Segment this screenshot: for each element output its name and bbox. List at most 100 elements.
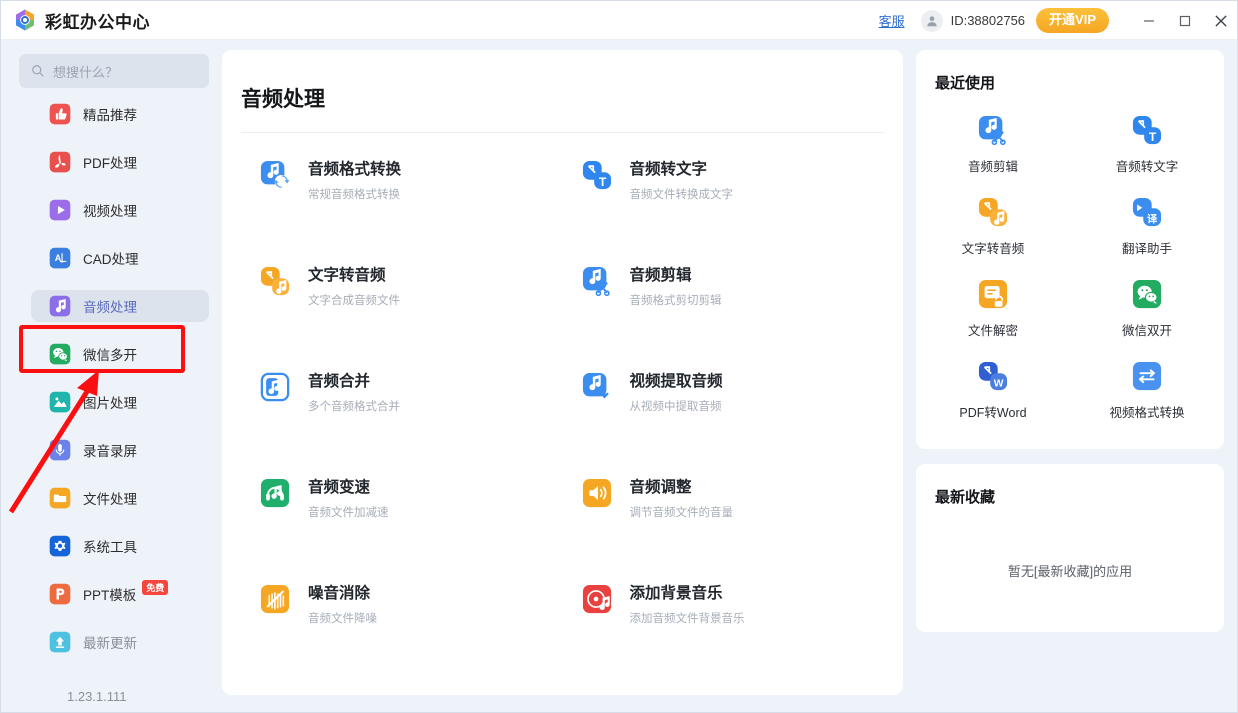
pdf-to-word-icon: W [978, 361, 1008, 391]
tool-card-8[interactable]: 音频调整 调节音频文件的音量 [582, 468, 904, 574]
tool-card-9[interactable]: 噪音消除 音频文件降噪 [260, 574, 582, 680]
recent-item-4[interactable]: 译翻译助手 [1070, 187, 1224, 269]
close-icon [1215, 14, 1227, 27]
sidebar-item-11[interactable]: PPT模板 免费 [31, 578, 209, 610]
volume-icon [582, 478, 611, 508]
audio-to-text-icon: T [582, 160, 611, 190]
rainbow-hexagon-logo-icon [16, 9, 34, 31]
svg-text:译: 译 [1147, 212, 1158, 225]
tool-card-3[interactable]: 文字转音频 文字合成音频文件 [260, 256, 582, 362]
sidebar-nav: 精品推荐 PDF处理视频处理 A CAD处理音频处理微信多开图片处理录音录屏文件处理系… [1, 98, 221, 658]
tool-card-10[interactable]: 添加背景音乐 添加音频文件背景音乐 [582, 574, 904, 680]
recent-item-2[interactable]: T 音频转文字 [1070, 105, 1224, 187]
minimize-icon [1144, 19, 1154, 22]
image-icon [49, 391, 71, 413]
maximize-button[interactable] [1167, 1, 1203, 40]
tool-card-6[interactable]: 视频提取音频从视频中提取音频 [582, 362, 904, 468]
recent-item-6[interactable]: 微信双开 [1070, 269, 1224, 351]
tool-name: 音频合并 [308, 373, 371, 390]
app-logo: 彩虹办公中心 [13, 8, 150, 33]
search-input[interactable]: 想搜什么？ [19, 54, 209, 88]
recent-item-3[interactable]: 文字转音频 [916, 187, 1070, 269]
recent-item-5[interactable]: 文件解密 [916, 269, 1070, 351]
audio-merge-icon [260, 372, 290, 402]
tool-description: 音频文件转换成文字 [629, 189, 734, 201]
sidebar-item-label: 文件处理 [83, 492, 137, 507]
ppt-icon [49, 583, 71, 605]
version-label: 1.23.1.111 [67, 689, 127, 704]
avatar-person-icon [926, 15, 937, 26]
tool-name: 音频变速 [308, 479, 371, 496]
noise-reduce-icon [260, 584, 290, 614]
sidebar-item-label: 视频处理 [83, 204, 137, 219]
open-vip-button[interactable]: 开通VIP [1036, 8, 1109, 33]
search-placeholder: 想搜什么？ [53, 64, 119, 80]
svg-text:W: W [994, 378, 1004, 389]
tool-description: 添加音频文件背景音乐 [629, 613, 745, 625]
title-bar-controls: 客服 ID:38802756 开通VIP [879, 1, 1237, 40]
sidebar-item-5[interactable]: 音频处理 [31, 290, 209, 322]
text-to-audio-icon [260, 266, 290, 296]
sidebar-item-label: 最新更新 [83, 636, 137, 651]
folder-icon [49, 487, 71, 509]
image-icon [49, 391, 71, 413]
upload-icon [49, 631, 71, 653]
recent-item-label: PDF转Word [959, 406, 1027, 420]
recent-item-8[interactable]: 视频格式转换 [1070, 351, 1224, 433]
tool-name: 噪音消除 [308, 585, 371, 602]
audio-speed-icon [260, 478, 290, 508]
recent-item-7[interactable]: W PDF转Word [916, 351, 1070, 433]
tool-name: 视频提取音频 [629, 373, 723, 390]
tool-card-5[interactable]: 音频合并 多个音频格式合并 [260, 362, 582, 468]
tool-text-block: 视频提取音频从视频中提取音频 [630, 369, 723, 414]
audio-cut-icon [978, 115, 1006, 146]
sidebar-item-7[interactable]: 图片处理 [31, 386, 209, 418]
sidebar-item-1[interactable]: 精品推荐 [31, 98, 209, 130]
sidebar-item-12[interactable]: 最新更新 [31, 626, 209, 658]
tool-card-7[interactable]: 音频变速 音频文件加减速 [260, 468, 582, 574]
tool-text-block: 音频调整 调节音频文件的音量 [630, 475, 734, 520]
audio-cut-icon [582, 266, 612, 297]
tool-card-4[interactable]: 音频剪辑 音频格式剪切剪辑 [582, 256, 904, 362]
cad-icon: A [49, 247, 71, 269]
recent-item-1[interactable]: 音频剪辑 [916, 105, 1070, 187]
tool-description: 从视频中提取音频 [629, 401, 722, 413]
favorites-panel-title: 最新收藏 [935, 489, 996, 506]
thumbs-up-icon [49, 103, 71, 125]
tool-card-1[interactable]: 音频格式转换常规音频格式转换 [260, 150, 582, 256]
video-extract-audio-icon [582, 372, 612, 402]
sidebar-item-2[interactable]: PDF处理 [31, 146, 209, 178]
recent-item-label: 微信双开 [1121, 324, 1172, 338]
sidebar-item-label: 音频处理 [83, 300, 137, 315]
tool-name: 音频剪辑 [629, 267, 692, 284]
tool-card-2[interactable]: T 音频转文字音频文件转换成文字 [582, 150, 904, 256]
sidebar-item-label: CAD处理 [83, 252, 139, 267]
volume-icon [582, 478, 612, 508]
close-button[interactable] [1203, 1, 1237, 40]
sidebar-item-10[interactable]: 系统工具 [31, 530, 209, 562]
user-id-label: ID:38802756 [950, 13, 1026, 28]
sidebar-item-8[interactable]: 录音录屏 [31, 434, 209, 466]
sidebar-item-9[interactable]: 文件处理 [31, 482, 209, 514]
file-decrypt-icon [978, 279, 1008, 309]
sidebar-item-3[interactable]: 视频处理 [31, 194, 209, 226]
favorites-empty-text: 暂无[最新收藏]的应用 [1007, 564, 1133, 579]
search-icon [32, 65, 44, 77]
tool-description: 常规音频格式转换 [308, 189, 400, 201]
user-avatar-icon[interactable] [920, 9, 943, 32]
right-column: 最近使用 音频剪辑 T 音频转文字 文字转音频 译翻译助手 文件解密 微信双开 W PDF转Wo… [916, 50, 1224, 632]
sidebar: 想搜什么？ 精品推荐 PDF处理视频处理 A CAD处理音频处理微信多开图片处理录音录… [1, 40, 221, 712]
tool-description: 文字合成音频文件 [308, 295, 400, 307]
minimize-button[interactable] [1131, 1, 1167, 40]
cad-icon: A [49, 247, 71, 269]
tool-name: 音频格式转换 [308, 161, 402, 178]
sidebar-item-4[interactable]: A CAD处理 [31, 242, 209, 274]
maximize-icon [1179, 15, 1191, 26]
gear-icon [49, 535, 71, 557]
pdf-icon [49, 151, 71, 173]
audio-cut-icon [978, 115, 1008, 146]
tool-name: 音频转文字 [629, 161, 708, 178]
sidebar-item-6[interactable]: 微信多开 [31, 338, 209, 370]
customer-support-link[interactable]: 客服 [879, 11, 905, 30]
sidebar-item-label: PPT模板 [83, 588, 137, 603]
